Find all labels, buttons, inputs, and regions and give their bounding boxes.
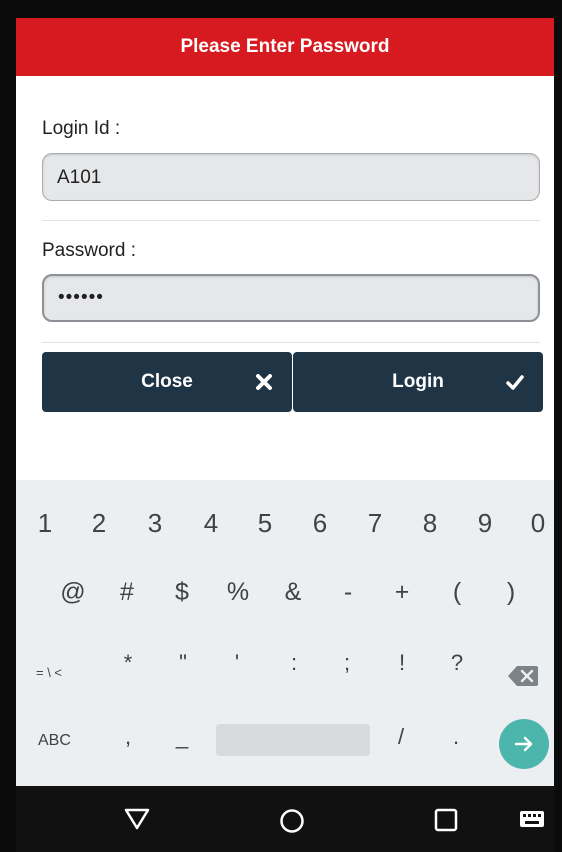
- key-8[interactable]: 8: [410, 508, 450, 539]
- key-1[interactable]: 1: [25, 508, 65, 539]
- key-9[interactable]: 9: [465, 508, 505, 539]
- on-screen-keyboard: 1 2 3 4 5 6 7 8 9 0 @ # $ % & - + ( ) = …: [16, 480, 554, 786]
- key-comma[interactable]: ,: [108, 724, 148, 750]
- header-title: Please Enter Password: [180, 36, 390, 57]
- login-id-value: A101: [57, 167, 102, 188]
- phone-frame: Please Enter Password Login Id : A101 Pa…: [0, 0, 562, 852]
- app-screen: Please Enter Password Login Id : A101 Pa…: [16, 18, 554, 852]
- login-id-field[interactable]: A101: [42, 153, 540, 201]
- key-6[interactable]: 6: [300, 508, 340, 539]
- key-hash[interactable]: #: [107, 578, 147, 607]
- key-ampersand[interactable]: &: [273, 578, 313, 607]
- login-id-label: Login Id :: [42, 118, 121, 139]
- dialog-header: Please Enter Password: [16, 18, 554, 76]
- key-double-quote[interactable]: ": [163, 650, 203, 676]
- key-close-paren[interactable]: ): [491, 578, 531, 607]
- password-label: Password :: [42, 240, 136, 261]
- key-open-paren[interactable]: (: [437, 578, 477, 607]
- key-asterisk[interactable]: *: [108, 650, 148, 676]
- login-button[interactable]: Login: [293, 352, 543, 412]
- key-slash[interactable]: /: [381, 724, 421, 750]
- key-colon[interactable]: :: [274, 650, 314, 676]
- key-5[interactable]: 5: [245, 508, 285, 539]
- arrow-right-icon: [514, 736, 533, 752]
- enter-key[interactable]: [499, 719, 549, 769]
- key-minus[interactable]: -: [328, 578, 368, 607]
- key-question[interactable]: ?: [437, 650, 477, 676]
- keyboard-icon[interactable]: [519, 810, 545, 828]
- key-percent[interactable]: %: [218, 578, 258, 607]
- key-exclamation[interactable]: !: [382, 650, 422, 676]
- divider: [42, 220, 540, 221]
- key-single-quote[interactable]: ': [217, 650, 257, 676]
- key-0[interactable]: 0: [518, 508, 558, 539]
- divider: [42, 342, 540, 343]
- key-dollar[interactable]: $: [162, 578, 202, 607]
- x-icon: [256, 374, 272, 390]
- key-period[interactable]: .: [436, 724, 476, 750]
- system-nav-bar: [16, 786, 554, 852]
- key-semicolon[interactable]: ;: [327, 650, 367, 676]
- bezel-right: [554, 0, 562, 852]
- close-button[interactable]: Close: [42, 352, 292, 412]
- key-4[interactable]: 4: [191, 508, 231, 539]
- square-recents-icon[interactable]: [434, 808, 458, 832]
- space-bar[interactable]: [216, 724, 370, 756]
- key-more-symbols[interactable]: = \ <: [36, 665, 62, 680]
- password-value: ••••••: [58, 287, 104, 308]
- bezel-left: [0, 0, 16, 852]
- key-plus[interactable]: +: [382, 578, 422, 607]
- check-icon: [506, 375, 524, 390]
- key-at[interactable]: @: [53, 578, 93, 607]
- circle-home-icon[interactable]: [279, 808, 305, 834]
- key-underscore[interactable]: _: [162, 724, 202, 750]
- key-abc[interactable]: ABC: [38, 732, 71, 750]
- key-3[interactable]: 3: [135, 508, 175, 539]
- backspace-icon[interactable]: [507, 664, 539, 688]
- bezel-top: [0, 0, 562, 18]
- key-7[interactable]: 7: [355, 508, 395, 539]
- key-2[interactable]: 2: [79, 508, 119, 539]
- password-field[interactable]: ••••••: [42, 274, 540, 322]
- triangle-back-icon[interactable]: [124, 808, 150, 830]
